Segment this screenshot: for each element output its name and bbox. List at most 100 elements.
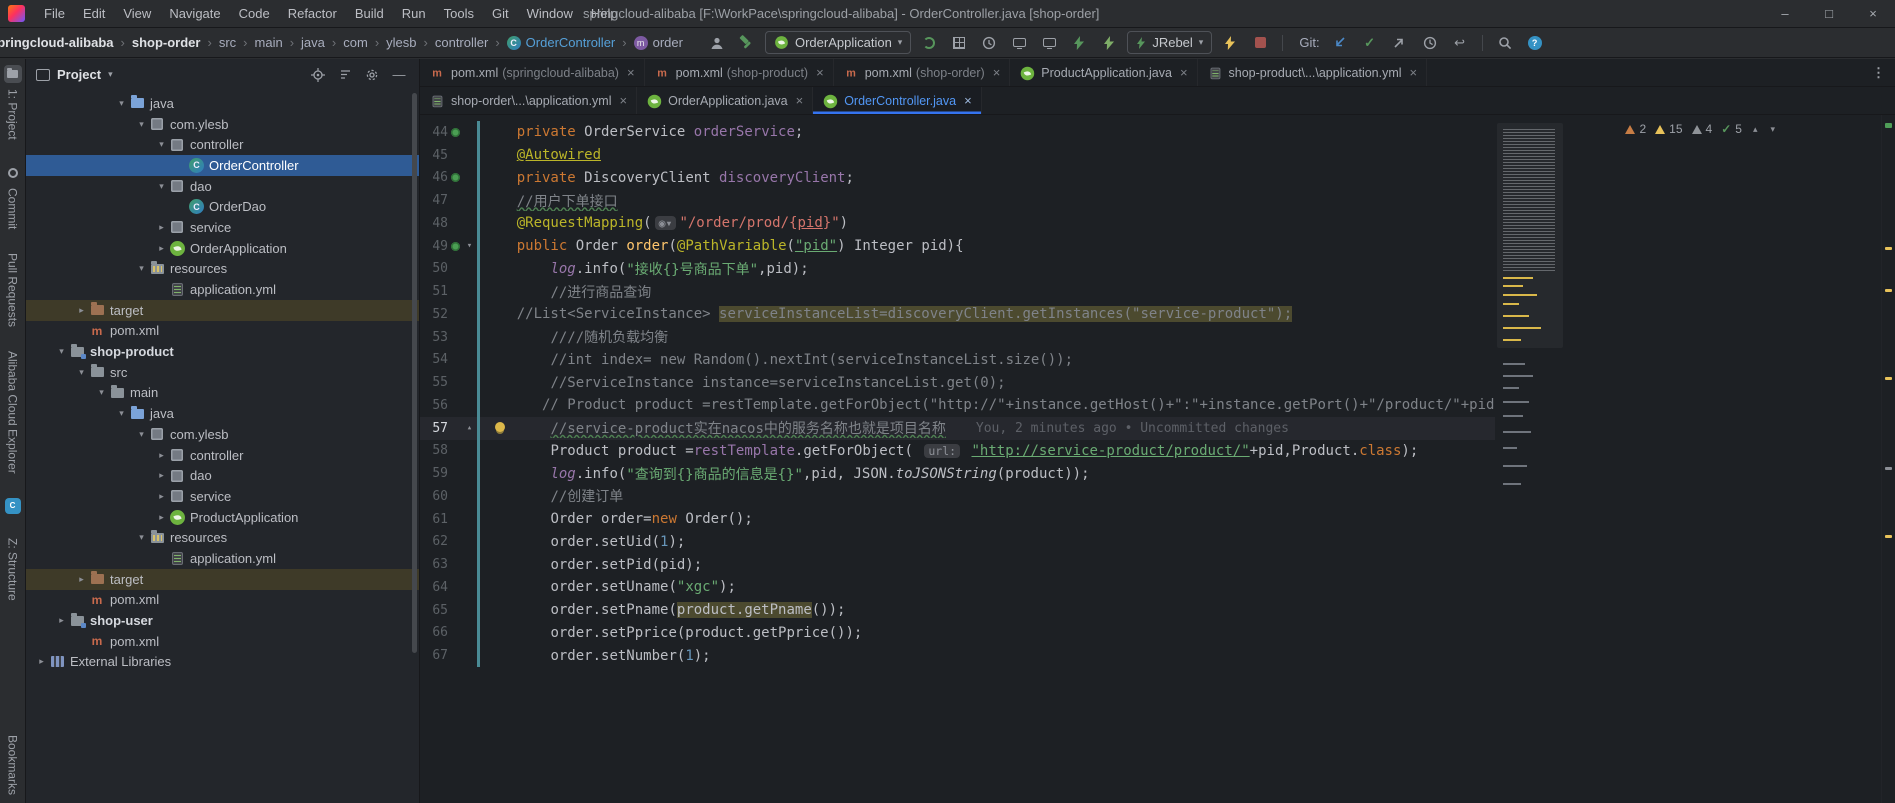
code-line-65[interactable]: 65order.setPname(product.getPname()); bbox=[420, 599, 1495, 622]
code-line-63[interactable]: 63order.setPid(pid); bbox=[420, 553, 1495, 576]
chevron-right-icon[interactable]: ▸ bbox=[154, 450, 169, 461]
breadcrumb-item-com[interactable]: com bbox=[339, 33, 372, 52]
close-icon[interactable]: × bbox=[964, 93, 972, 108]
tab-pom-xml[interactable]: mpom.xml(shop-product)× bbox=[645, 59, 834, 86]
git-push-button[interactable] bbox=[1388, 32, 1412, 54]
close-icon[interactable]: × bbox=[620, 93, 628, 108]
close-button[interactable]: × bbox=[1851, 0, 1895, 27]
spring-bean-icon[interactable] bbox=[451, 173, 460, 182]
tree-item-java[interactable]: ▾java bbox=[26, 403, 419, 424]
menu-edit[interactable]: Edit bbox=[74, 2, 114, 25]
code-line-57[interactable]: 57▴//service-product实在nacos中的服务名称也就是项目名称… bbox=[420, 417, 1495, 440]
minimize-button[interactable]: – bbox=[1763, 0, 1807, 27]
maximize-button[interactable]: □ bbox=[1807, 0, 1851, 27]
code-line-46[interactable]: 46private DiscoveryClient discoveryClien… bbox=[420, 167, 1495, 190]
code-line-58[interactable]: 58Product product =restTemplate.getForOb… bbox=[420, 440, 1495, 463]
code-line-52[interactable]: 52//List<ServiceInstance> serviceInstanc… bbox=[420, 303, 1495, 326]
chevron-right-icon[interactable]: ▸ bbox=[154, 491, 169, 502]
tool-stripe-item-pull-requests[interactable]: Pull Requests bbox=[6, 253, 20, 327]
chevron-down-icon[interactable]: ▾ bbox=[54, 346, 69, 357]
tab-pom-xml[interactable]: mpom.xml(shop-order)× bbox=[834, 59, 1011, 86]
code-line-59[interactable]: 59log.info("查询到{}商品的信息是{}",pid, JSON.toJ… bbox=[420, 462, 1495, 485]
tree-item-com-ylesb[interactable]: ▾com.ylesb bbox=[26, 424, 419, 445]
breadcrumb-item-java[interactable]: java bbox=[297, 33, 329, 52]
chevron-right-icon[interactable]: ▸ bbox=[154, 243, 169, 254]
close-icon[interactable]: × bbox=[1410, 65, 1418, 80]
chevron-down-icon[interactable]: ▾ bbox=[154, 181, 169, 192]
chevron-down-icon[interactable]: ▾ bbox=[134, 119, 149, 130]
tree-item-service[interactable]: ▸service bbox=[26, 486, 419, 507]
tree-item-controller[interactable]: ▾controller bbox=[26, 134, 419, 155]
code-line-60[interactable]: 60//创建订单 bbox=[420, 485, 1495, 508]
menu-code[interactable]: Code bbox=[230, 2, 279, 25]
more-tabs-icon[interactable]: ⋮ bbox=[1862, 59, 1895, 86]
tool-stripe-item-z-structure[interactable]: Z: Structure bbox=[6, 538, 20, 601]
tab-ordercontroller-java[interactable]: OrderController.java× bbox=[813, 87, 981, 114]
chevron-down-icon[interactable]: ▾ bbox=[154, 139, 169, 150]
tree-item-shop-product[interactable]: ▾shop-product bbox=[26, 341, 419, 362]
menu-window[interactable]: Window bbox=[518, 2, 582, 25]
tab-productapplication-java[interactable]: ProductApplication.java× bbox=[1010, 59, 1197, 86]
tree-item-productapplication[interactable]: ▸ProductApplication bbox=[26, 507, 419, 528]
jrebel-select[interactable]: JRebel ▾ bbox=[1127, 31, 1212, 54]
chevron-down-icon[interactable]: ▾ bbox=[134, 429, 149, 440]
tool-stripe-item-bookmarks[interactable]: Bookmarks bbox=[6, 735, 20, 795]
breadcrumb-item-controller[interactable]: controller bbox=[431, 33, 492, 52]
chevron-right-icon[interactable]: ▸ bbox=[54, 615, 69, 626]
jrebel-debug-icon[interactable] bbox=[1097, 32, 1121, 54]
chevron-right-icon[interactable]: ▸ bbox=[74, 574, 89, 585]
menu-git[interactable]: Git bbox=[483, 2, 518, 25]
chevron-down-icon[interactable]: ▾ bbox=[94, 387, 109, 398]
chevron-right-icon[interactable]: ▸ bbox=[154, 512, 169, 523]
breadcrumb-item-ordercontroller[interactable]: COrderController bbox=[503, 33, 620, 52]
code-line-47[interactable]: 47//用户下单接口 bbox=[420, 189, 1495, 212]
fold-down-icon[interactable]: ▾ bbox=[467, 241, 472, 251]
breadcrumb-item-main[interactable]: main bbox=[251, 33, 287, 52]
close-icon[interactable]: × bbox=[993, 65, 1001, 80]
tree-item-resources[interactable]: ▾resources bbox=[26, 259, 419, 280]
chevron-down-icon[interactable]: ▾ bbox=[108, 69, 113, 80]
chevron-down-icon[interactable]: ▾ bbox=[114, 98, 129, 109]
tree-item-controller[interactable]: ▸controller bbox=[26, 445, 419, 466]
tree-item-pom-xml[interactable]: mpom.xml bbox=[26, 321, 419, 342]
hide-panel-button[interactable]: — bbox=[389, 65, 409, 85]
chevron-right-icon[interactable]: ▸ bbox=[74, 305, 89, 316]
tree-item-external-libraries[interactable]: ▸External Libraries bbox=[26, 652, 419, 673]
run-configuration-select[interactable]: OrderApplication ▾ bbox=[765, 31, 911, 54]
jrebel-run-icon[interactable] bbox=[1067, 32, 1091, 54]
tree-item-target[interactable]: ▸target bbox=[26, 569, 419, 590]
chevron-down-icon[interactable]: ▾ bbox=[134, 532, 149, 543]
code-line-67[interactable]: 67order.setNumber(1); bbox=[420, 644, 1495, 667]
code-line-54[interactable]: 54//int index= new Random().nextInt(serv… bbox=[420, 349, 1495, 372]
tree-item-orderdao[interactable]: COrderDao bbox=[26, 196, 419, 217]
project-panel-title[interactable]: Project bbox=[57, 67, 101, 82]
spring-bean-icon[interactable] bbox=[451, 128, 460, 137]
chevron-down-icon[interactable]: ▾ bbox=[134, 263, 149, 274]
settings-gear-icon[interactable] bbox=[362, 65, 382, 85]
code-line-62[interactable]: 62order.setUid(1); bbox=[420, 531, 1495, 554]
fold-up-icon[interactable]: ▴ bbox=[467, 423, 472, 433]
spring-bean-icon[interactable] bbox=[451, 242, 460, 251]
tree-item-src[interactable]: ▾src bbox=[26, 362, 419, 383]
tree-item-orderapplication[interactable]: ▸OrderApplication bbox=[26, 238, 419, 259]
menu-build[interactable]: Build bbox=[346, 2, 393, 25]
code-line-51[interactable]: 51//进行商品查询 bbox=[420, 280, 1495, 303]
tool-stripe-item-alibaba-cloud-explorer[interactable]: Alibaba Cloud Explorer bbox=[6, 351, 20, 474]
chevron-right-icon[interactable]: ▸ bbox=[34, 656, 49, 667]
inspection-ok[interactable]: ✓5 bbox=[1721, 122, 1742, 136]
code-line-61[interactable]: 61Order order=new Order(); bbox=[420, 508, 1495, 531]
stop-button[interactable] bbox=[1248, 32, 1272, 54]
code-line-55[interactable]: 55//ServiceInstance instance=serviceInst… bbox=[420, 371, 1495, 394]
breadcrumb-item-src[interactable]: src bbox=[215, 33, 240, 52]
tree-item-dao[interactable]: ▾dao bbox=[26, 176, 419, 197]
code-line-66[interactable]: 66order.setPprice(product.getPprice()); bbox=[420, 622, 1495, 645]
build-hammer-icon[interactable] bbox=[735, 32, 759, 54]
code-line-45[interactable]: 45@Autowired bbox=[420, 144, 1495, 167]
breadcrumb-item-shop-order[interactable]: shop-order bbox=[128, 33, 205, 52]
rerun-button[interactable] bbox=[917, 32, 941, 54]
breadcrumb-item-order[interactable]: morder bbox=[630, 33, 687, 52]
locate-file-button[interactable] bbox=[308, 65, 328, 85]
menu-tools[interactable]: Tools bbox=[435, 2, 483, 25]
code-line-50[interactable]: 50log.info("接收{}号商品下单",pid); bbox=[420, 258, 1495, 281]
menu-view[interactable]: View bbox=[114, 2, 160, 25]
